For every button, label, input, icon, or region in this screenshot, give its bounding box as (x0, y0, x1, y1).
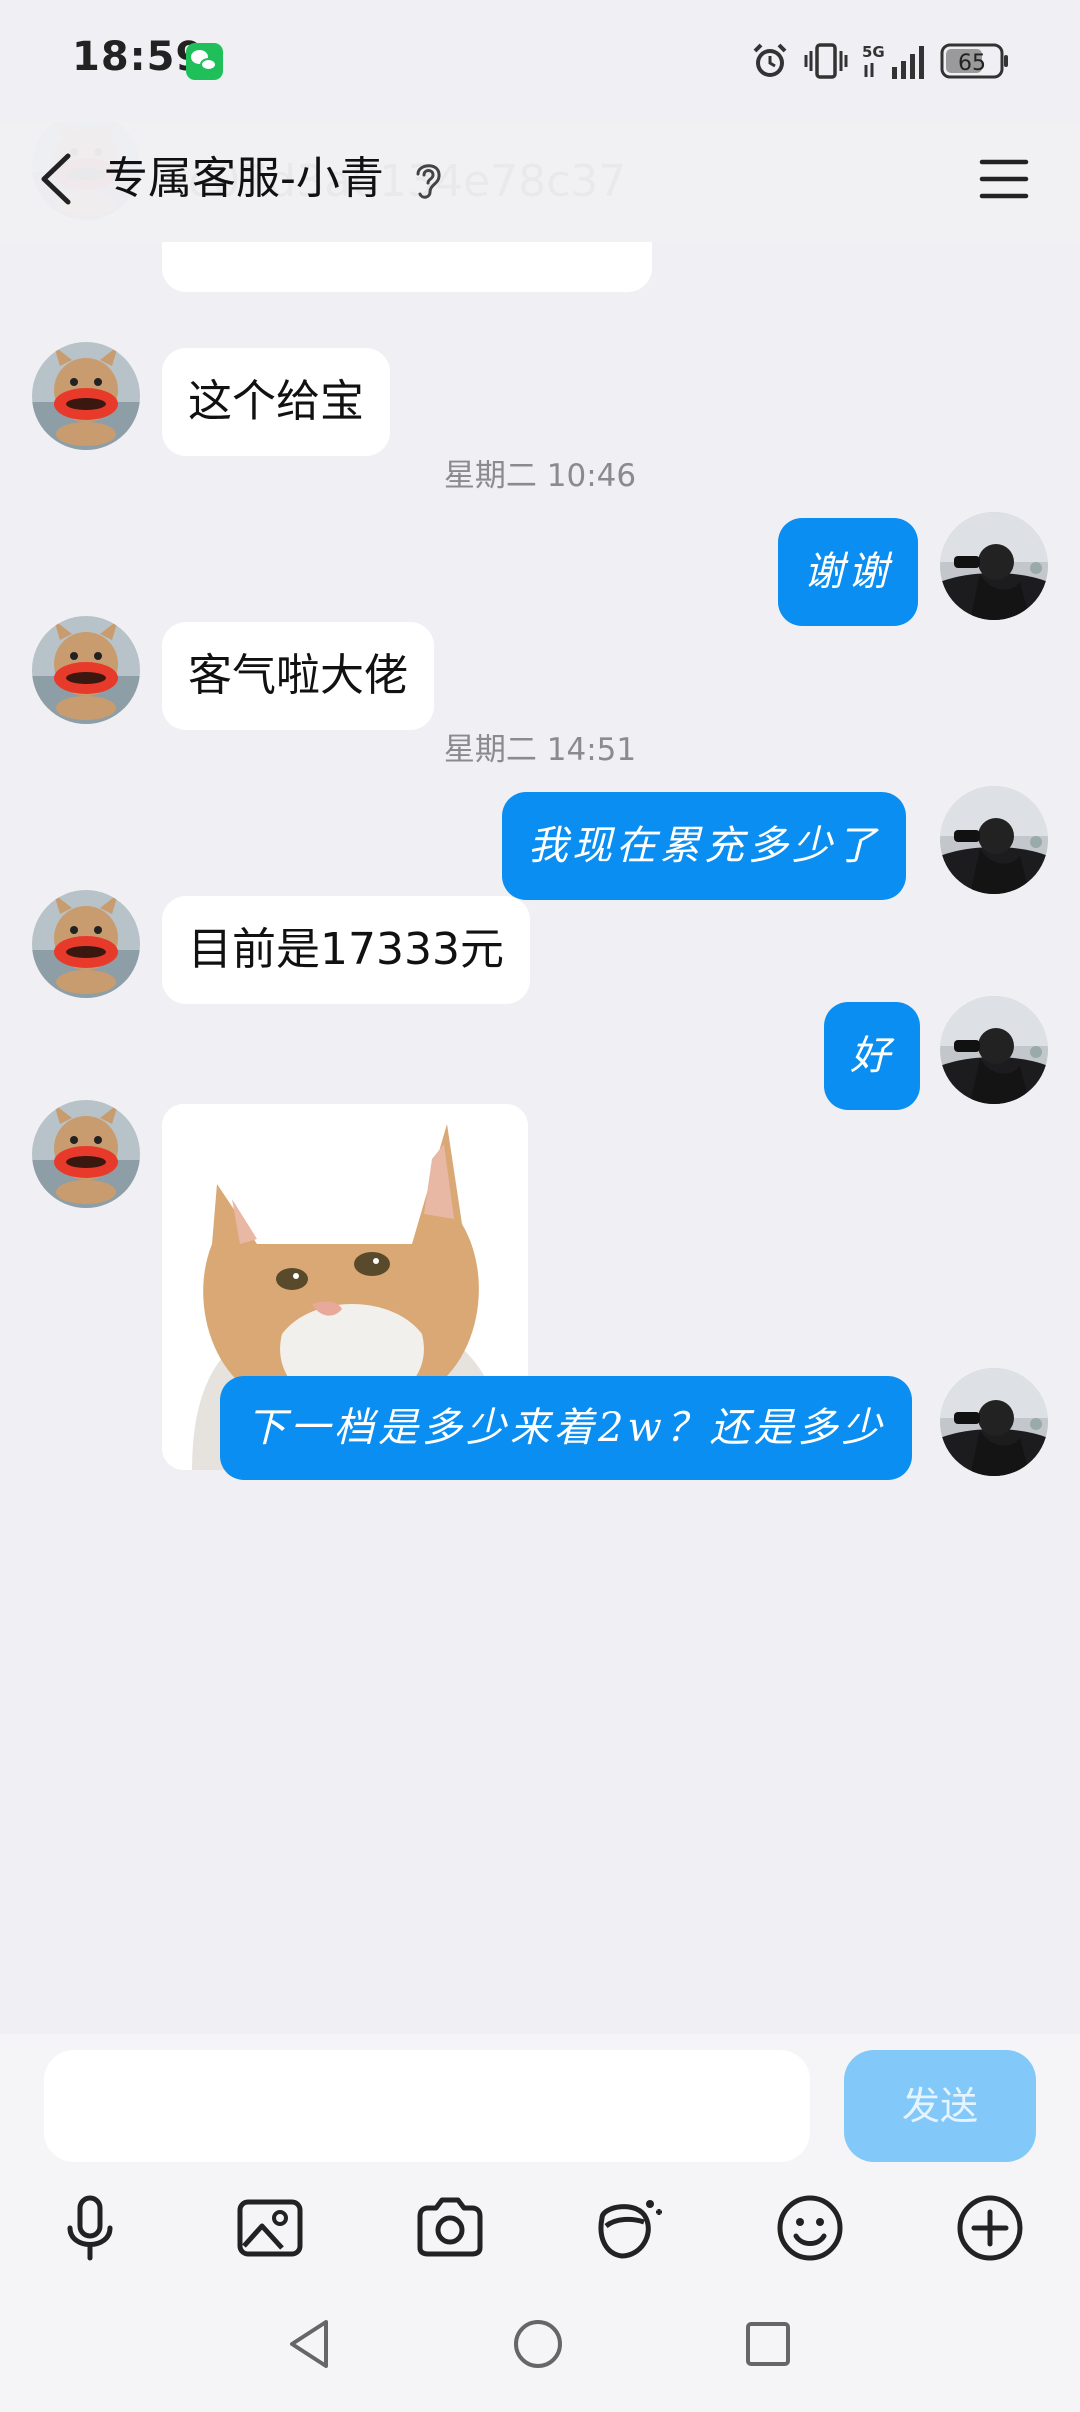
message-text: 好 (850, 1033, 894, 1079)
status-time: 18:59 (72, 34, 205, 80)
menu-icon[interactable] (978, 152, 1030, 206)
message-text: 客气啦大佬 (188, 650, 408, 701)
send-button[interactable]: 发送 (844, 2050, 1036, 2162)
user-avatar[interactable] (940, 1368, 1048, 1476)
back-arrow-icon[interactable] (34, 148, 82, 210)
agent-avatar[interactable] (32, 342, 140, 450)
message-bubble-user[interactable]: 我现在累充多少了 (502, 792, 906, 900)
message-bubble-user[interactable]: 下一档是多少来着2w？还是多少 (220, 1376, 912, 1480)
system-nav-bar (0, 2280, 1080, 2412)
status-bar: 18:59 5G 65 (0, 0, 1080, 122)
message-bubble-user[interactable]: 好 (824, 1002, 920, 1110)
message-bubble-user[interactable]: 谢谢 (778, 518, 918, 626)
network-label: 5G (862, 43, 885, 61)
battery-icon: 65 (940, 43, 1008, 79)
camera-icon[interactable] (410, 2188, 490, 2268)
nav-back-icon[interactable] (274, 2308, 346, 2380)
message-text: 目前是17333元 (188, 924, 504, 975)
ear-icon[interactable] (410, 158, 446, 202)
chat-title[interactable]: 专属客服-小青 (104, 148, 384, 210)
agent-avatar[interactable] (32, 616, 140, 724)
nav-home-icon[interactable] (502, 2308, 574, 2380)
user-avatar[interactable] (940, 786, 1048, 894)
status-icons: 5G 65 (750, 38, 1010, 84)
signal-5g-icon: 5G (862, 43, 924, 79)
battery-level: 65 (958, 51, 986, 76)
image-icon[interactable] (230, 2188, 310, 2268)
user-avatar[interactable] (940, 512, 1048, 620)
message-bubble-agent[interactable]: 客气啦大佬 (162, 622, 434, 730)
message-text: 谢谢 (804, 549, 892, 595)
timestamp: 星期二 10:46 (443, 458, 637, 494)
emoji-icon[interactable] (770, 2188, 850, 2268)
message-bubble-agent[interactable]: 目前是17333元 (162, 896, 530, 1004)
sticker-icon[interactable] (588, 2188, 668, 2268)
message-text: 这个给宝 (188, 376, 364, 427)
user-avatar[interactable] (940, 996, 1048, 1104)
microphone-icon[interactable] (50, 2188, 130, 2268)
alarm-icon (753, 43, 787, 77)
agent-avatar[interactable] (32, 890, 140, 998)
agent-avatar[interactable] (32, 1100, 140, 1208)
timestamp: 星期二 14:51 (443, 732, 637, 768)
input-bar: 发送 (0, 2034, 1080, 2174)
plus-icon[interactable] (950, 2188, 1030, 2268)
chat-message-list[interactable]: c07d3a0134e78c37 这个给宝 星期二 10:46 谢谢 客气啦大佬… (0, 122, 1080, 2034)
message-input[interactable] (44, 2050, 810, 2162)
chat-header: 专属客服-小青 (0, 122, 1080, 242)
input-toolbar (0, 2174, 1080, 2280)
message-text: 我现在累充多少了 (528, 823, 880, 869)
message-bubble-agent[interactable]: 这个给宝 (162, 348, 390, 456)
vibrate-icon (804, 43, 848, 79)
nav-recents-icon[interactable] (732, 2308, 804, 2380)
wechat-notification-icon (186, 43, 223, 80)
message-text: 下一档是多少来着2w？还是多少 (246, 1405, 886, 1451)
